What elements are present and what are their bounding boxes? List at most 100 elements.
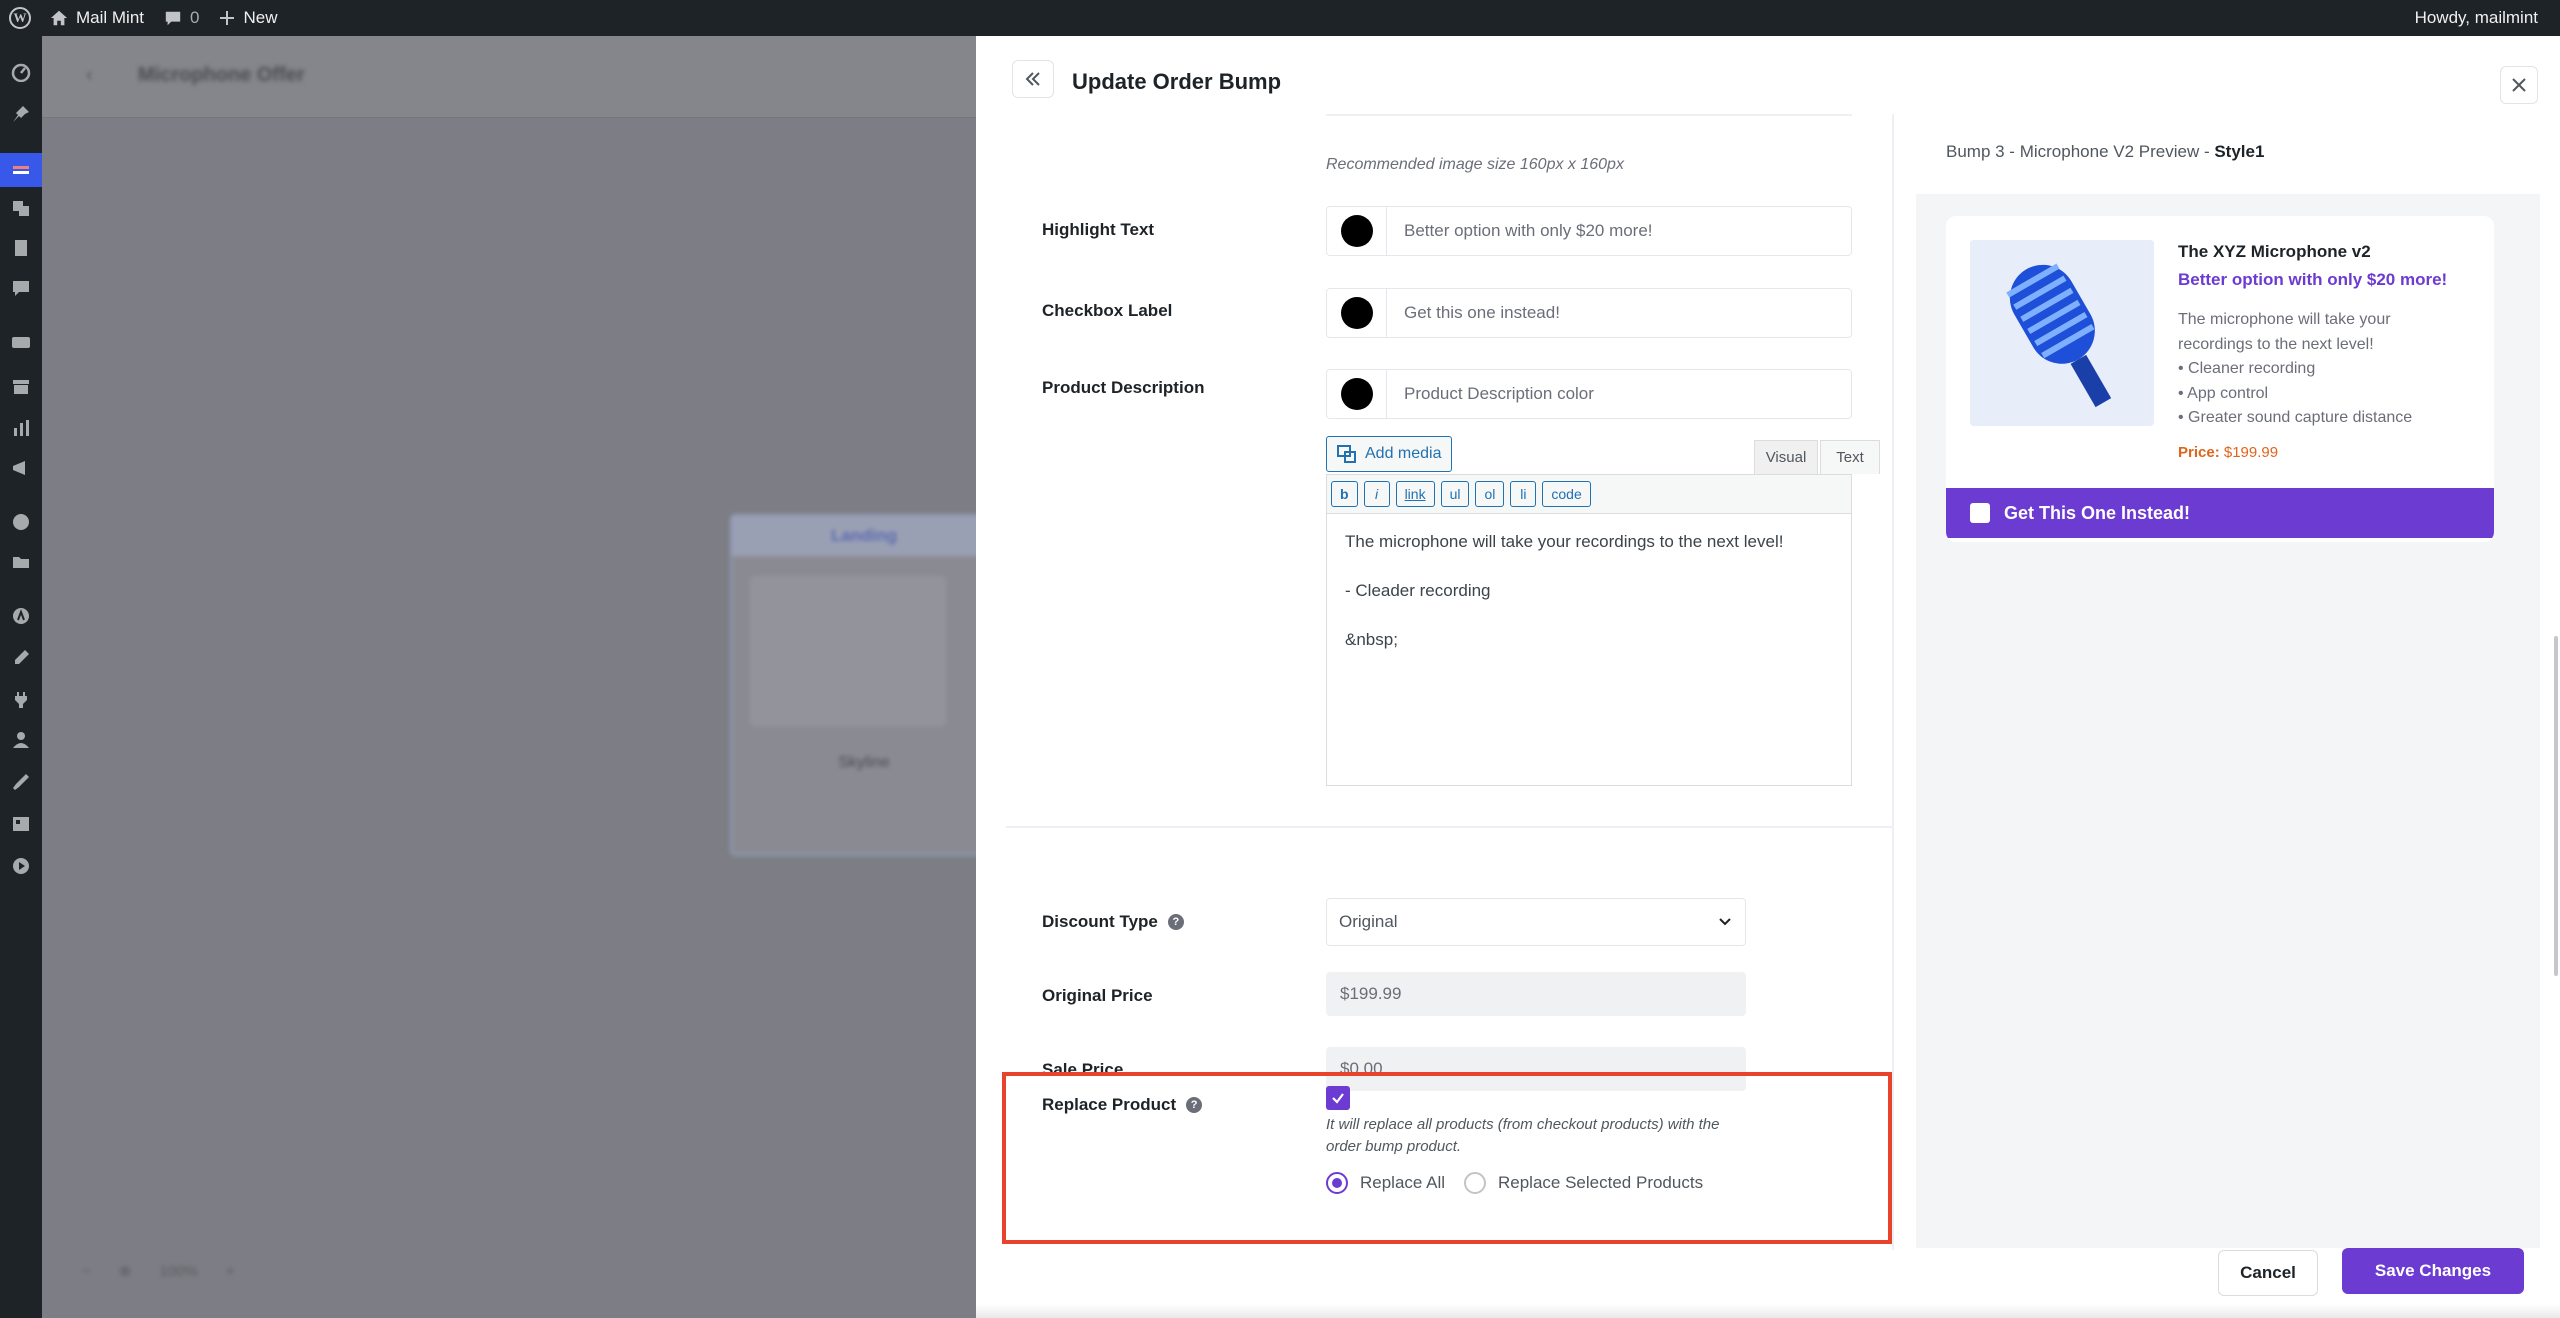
mailmint-menu-icon[interactable]: [0, 153, 42, 187]
quicktag-bold-button[interactable]: b: [1331, 481, 1358, 507]
checkbox-label-placeholder: Get this one instead!: [1404, 303, 1560, 322]
comments-icon[interactable]: [9, 276, 33, 300]
highlight-text-field[interactable]: Better option with only $20 more!: [1326, 206, 1852, 256]
comments-link[interactable]: 0: [154, 0, 209, 36]
admin-bar: W Mail Mint 0 New Howdy, mailmint: [0, 0, 2560, 36]
collapse-button[interactable]: [1012, 60, 1054, 98]
chevron-down-icon: [1719, 918, 1731, 926]
templates-icon[interactable]: [9, 550, 33, 574]
preview-highlight: Better option with only $20 more!: [2178, 270, 2448, 289]
admin-sidebar: [0, 36, 42, 1318]
woocommerce-icon[interactable]: [9, 330, 33, 354]
analytics-icon[interactable]: [9, 416, 33, 440]
form-column: Recommended image size 160px x 160px Hig…: [1002, 114, 1894, 1250]
preview-bullet: • App control: [2178, 384, 2269, 402]
checkbox-label-field[interactable]: Get this one instead!: [1326, 288, 1852, 338]
preview-bullet: • Cleaner recording: [2178, 360, 2316, 377]
preview-header: Bump 3 - Microphone V2 Preview - Style1: [1916, 114, 2540, 194]
description-color-picker[interactable]: [1327, 370, 1387, 418]
checkbox-label-color-picker[interactable]: [1327, 289, 1387, 337]
replace-all-radio[interactable]: Replace All: [1326, 1172, 1445, 1194]
color-swatch: [1340, 297, 1373, 329]
description-textarea[interactable]: The microphone will take your recordings…: [1326, 514, 1852, 786]
original-price-label: Original Price: [1042, 986, 1153, 1005]
preview-column: Bump 3 - Microphone V2 Preview - Style1: [1916, 114, 2540, 1248]
zoom-level: 100%: [159, 1262, 198, 1280]
add-media-button[interactable]: Add media: [1326, 436, 1452, 472]
replace-selected-radio[interactable]: Replace Selected Products: [1464, 1172, 1703, 1194]
price-label: Price:: [2178, 444, 2220, 461]
cancel-button[interactable]: Cancel: [2218, 1250, 2318, 1296]
funnel-step-name: Skyline: [838, 754, 890, 771]
original-price-input[interactable]: $199.99: [1326, 972, 1746, 1016]
highlight-text-placeholder: Better option with only $20 more!: [1404, 221, 1653, 240]
tab-visual[interactable]: Visual: [1754, 440, 1818, 474]
product-description-color-field[interactable]: Product Description color: [1326, 369, 1852, 419]
radio-button[interactable]: [1464, 1172, 1486, 1194]
dashboard-icon[interactable]: [9, 60, 33, 84]
scrollbar[interactable]: [2554, 636, 2558, 976]
appearance-icon[interactable]: [9, 646, 33, 670]
quicktag-li-button[interactable]: li: [1510, 481, 1537, 507]
quicktag-code-button[interactable]: code: [1542, 481, 1591, 507]
tab-text[interactable]: Text: [1820, 440, 1880, 474]
close-button[interactable]: [2500, 66, 2538, 104]
fit-icon: ⊕: [118, 1263, 132, 1280]
highlight-text-label: Highlight Text: [1042, 220, 1155, 239]
checkbox-label-label: Checkbox Label: [1042, 301, 1173, 320]
product-description-label: Product Description: [1042, 378, 1205, 397]
new-content-link[interactable]: New: [209, 0, 287, 36]
quicktag-link-button[interactable]: link: [1395, 481, 1435, 507]
plus-icon: [220, 11, 235, 25]
pin-icon[interactable]: [9, 102, 33, 126]
editor-line: - Cleader recording: [1345, 581, 1491, 600]
microphone-image: [1970, 240, 2154, 426]
tools-icon[interactable]: [9, 770, 33, 794]
image-size-hint: Recommended image size 160px x 160px: [1326, 156, 1624, 173]
preview-description-text: The microphone will take your recordings…: [2178, 308, 2438, 357]
media-icon[interactable]: [9, 196, 33, 220]
image-field-bottom-border: [1326, 114, 1852, 116]
editor-line: The microphone will take your recordings…: [1345, 532, 1784, 551]
users-icon[interactable]: [9, 728, 33, 752]
footer-shadow: [976, 1304, 2560, 1318]
discount-type-select[interactable]: Original: [1326, 898, 1746, 946]
zoom-out-icon: −: [82, 1262, 91, 1280]
help-icon[interactable]: ?: [1167, 914, 1184, 930]
marketing-icon[interactable]: [9, 456, 33, 480]
pages-icon[interactable]: [9, 236, 33, 260]
quicktag-ul-button[interactable]: ul: [1440, 481, 1470, 507]
add-media-label: Add media: [1365, 445, 1442, 462]
comments-count: 0: [190, 8, 200, 27]
drawer-header: Update Order Bump: [976, 36, 2560, 114]
replace-product-description: It will replace all products (from check…: [1326, 1116, 1720, 1155]
astra-icon[interactable]: [9, 604, 33, 628]
order-bump-drawer: Update Order Bump Recommended image size…: [976, 36, 2560, 1318]
elementor-icon[interactable]: [9, 510, 33, 534]
replace-selected-label: Replace Selected Products: [1498, 1173, 1704, 1192]
quicktag-ol-button[interactable]: ol: [1475, 481, 1505, 507]
preview-price: Price: $199.99: [2178, 444, 2278, 461]
wordpress-logo-icon[interactable]: W: [0, 0, 40, 36]
highlight-color-picker[interactable]: [1327, 207, 1387, 255]
my-account-link[interactable]: Howdy, mailmint: [2405, 0, 2560, 36]
plugins-icon[interactable]: [9, 688, 33, 712]
howdy-text: Howdy, mailmint: [2414, 8, 2538, 27]
close-icon: [2512, 78, 2526, 92]
quicktag-italic-button[interactable]: i: [1363, 481, 1390, 507]
funnel-step-label: Landing: [732, 516, 996, 556]
replace-all-label: Replace All: [1360, 1173, 1446, 1192]
products-icon[interactable]: [9, 374, 33, 398]
help-icon[interactable]: ?: [1186, 1097, 1203, 1113]
play-icon[interactable]: [9, 854, 33, 878]
settings-icon[interactable]: [9, 812, 33, 836]
color-swatch: [1340, 378, 1373, 410]
preview-checkbox[interactable]: [1970, 503, 1990, 523]
home-icon: [50, 10, 68, 26]
replace-product-checkbox[interactable]: [1326, 1086, 1350, 1110]
builder-title: Microphone Offer: [138, 64, 305, 86]
preview-checkbox-bar[interactable]: Get This One Instead!: [1946, 488, 2494, 538]
site-name-link[interactable]: Mail Mint: [40, 0, 154, 36]
save-changes-button[interactable]: Save Changes: [2342, 1248, 2524, 1294]
radio-button[interactable]: [1326, 1172, 1348, 1194]
